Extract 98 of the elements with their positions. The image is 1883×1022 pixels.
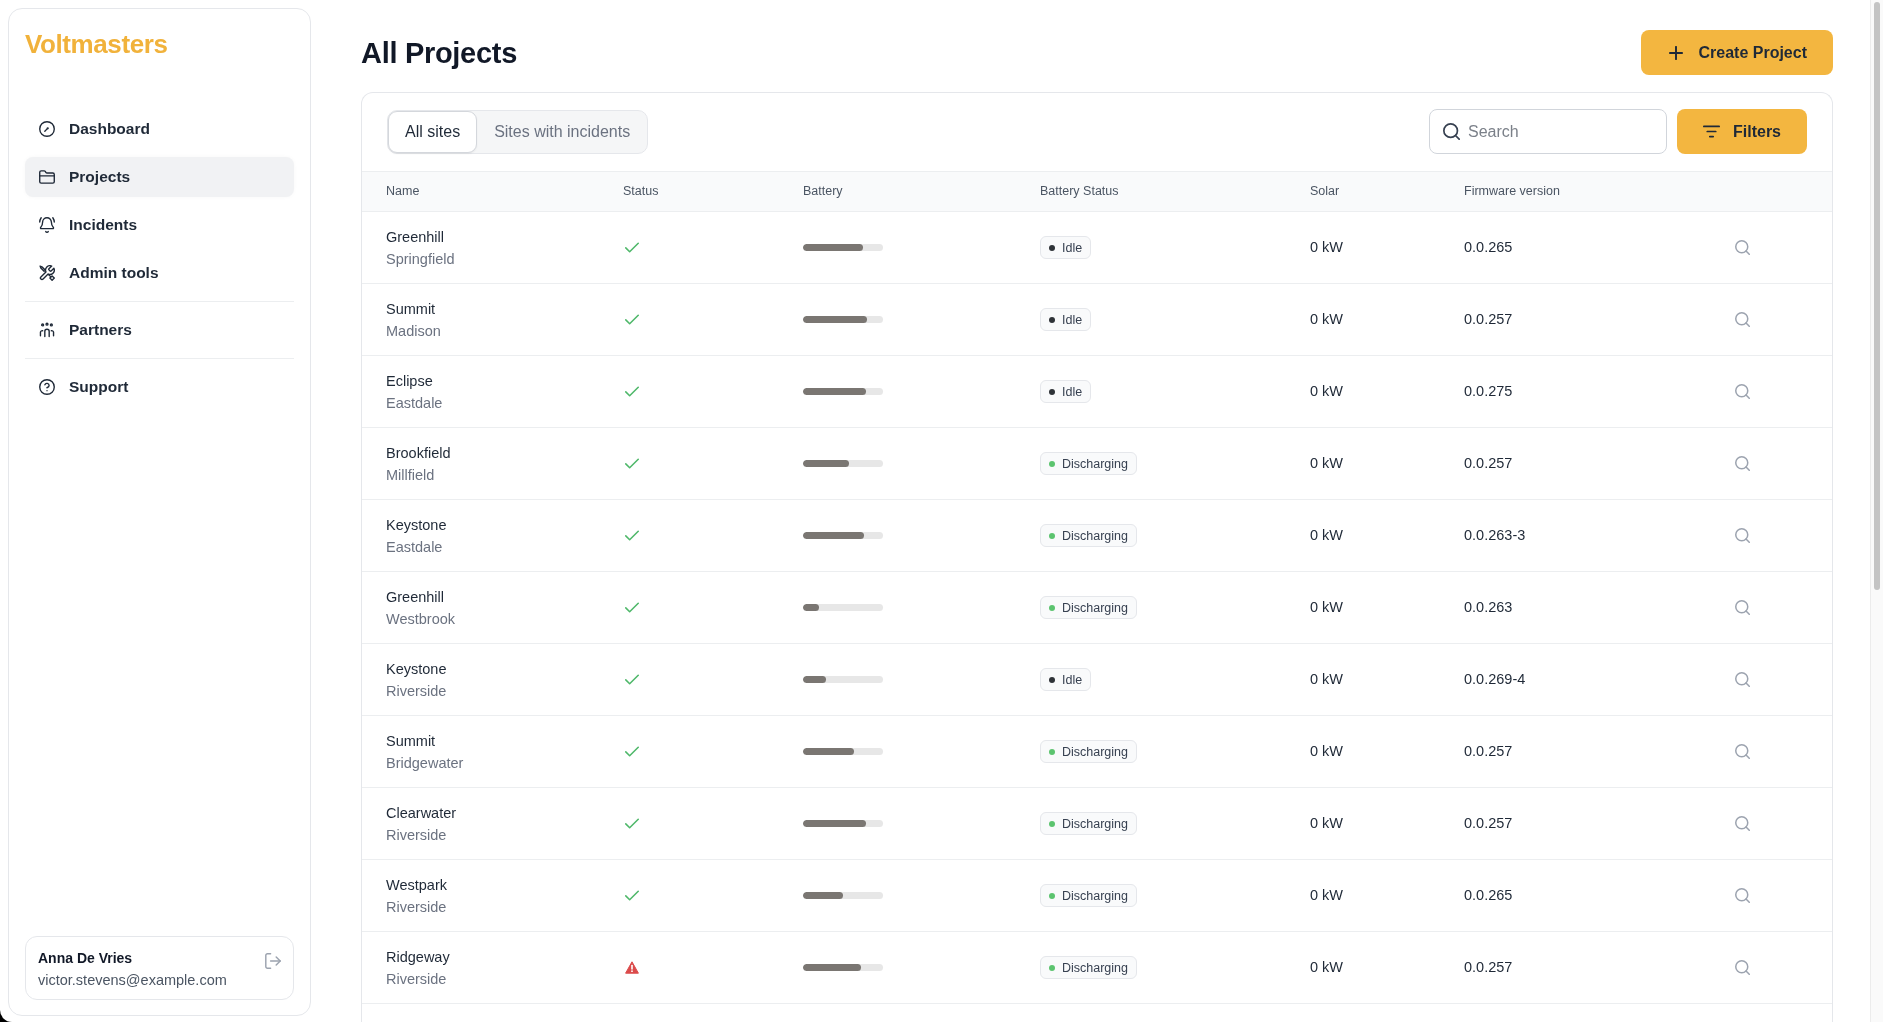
nav-item[interactable]: Support bbox=[25, 367, 294, 407]
search-icon[interactable] bbox=[1735, 528, 1750, 543]
tab[interactable]: All sites bbox=[388, 110, 478, 153]
site-name: Greenhill bbox=[386, 227, 445, 247]
solar-value: 0 kW bbox=[1310, 957, 1344, 977]
tab[interactable]: Sites with incidents bbox=[477, 110, 648, 153]
scrollbar[interactable] bbox=[1874, 2, 1880, 590]
column-header: Status bbox=[623, 183, 660, 201]
battery-status-text: Discharging bbox=[1062, 527, 1128, 544]
folder-icon bbox=[39, 169, 55, 185]
search-icon bbox=[1443, 123, 1460, 140]
site-name: Clearwater bbox=[386, 803, 457, 823]
user-name: Anna De Vries bbox=[38, 949, 134, 968]
solar-value: 0 kW bbox=[1310, 525, 1344, 545]
battery-status-text: Idle bbox=[1062, 239, 1083, 256]
search-icon[interactable] bbox=[1735, 384, 1750, 399]
site-location: Eastdale bbox=[386, 393, 443, 413]
battery-status-text: Discharging bbox=[1062, 815, 1128, 832]
site-location: Riverside bbox=[386, 897, 447, 917]
site-location: Bridgewater bbox=[386, 753, 464, 773]
firmware-version: 0.0.263-3 bbox=[1464, 525, 1526, 545]
nav-item[interactable]: Partners bbox=[25, 310, 294, 350]
create-project-button[interactable]: Create Project bbox=[1640, 30, 1833, 75]
search-icon[interactable] bbox=[1735, 744, 1750, 759]
site-name: Keystone bbox=[386, 515, 447, 535]
filters-button[interactable]: Filters bbox=[1677, 109, 1807, 154]
firmware-version: 0.0.269-4 bbox=[1464, 669, 1526, 689]
site-name: Ridgeway bbox=[386, 947, 450, 967]
site-location: Riverside bbox=[386, 969, 447, 989]
nav-item[interactable]: Projects bbox=[25, 157, 294, 197]
logo: Voltmasters bbox=[25, 28, 168, 61]
user-email: victor.stevens@example.com bbox=[38, 971, 227, 990]
column-header: Name bbox=[386, 183, 421, 201]
filter-icon bbox=[1703, 125, 1720, 138]
site-name: Eclipse bbox=[386, 371, 433, 391]
search-icon[interactable] bbox=[1735, 600, 1750, 615]
solar-value: 0 kW bbox=[1310, 309, 1344, 329]
solar-value: 0 kW bbox=[1310, 669, 1344, 689]
battery-status-text: Discharging bbox=[1062, 599, 1128, 616]
search-icon[interactable] bbox=[1735, 816, 1750, 831]
firmware-version: 0.0.263 bbox=[1464, 597, 1513, 617]
solar-value: 0 kW bbox=[1310, 453, 1344, 473]
firmware-version: 0.0.257 bbox=[1464, 453, 1513, 473]
search-icon[interactable] bbox=[1735, 312, 1750, 327]
battery-status-text: Idle bbox=[1062, 671, 1083, 688]
site-name: Greenhill bbox=[386, 587, 445, 607]
column-header: Battery Status bbox=[1040, 183, 1120, 201]
site-name: Keystone bbox=[386, 659, 447, 679]
battery-status-text: Discharging bbox=[1062, 887, 1128, 904]
solar-value: 0 kW bbox=[1310, 237, 1344, 257]
column-header: Battery bbox=[803, 183, 844, 201]
site-name: Brookfield bbox=[386, 443, 451, 463]
site-location: Riverside bbox=[386, 825, 447, 845]
plus-icon bbox=[1668, 45, 1683, 60]
column-header: Solar bbox=[1310, 183, 1341, 201]
tools-icon bbox=[39, 265, 55, 281]
site-location: Eastdale bbox=[386, 537, 443, 557]
firmware-version: 0.0.265 bbox=[1464, 237, 1513, 257]
site-name: Summit bbox=[386, 731, 436, 751]
search-icon[interactable] bbox=[1735, 888, 1750, 903]
battery-status-text: Idle bbox=[1062, 383, 1083, 400]
search-icon[interactable] bbox=[1735, 240, 1750, 255]
site-location: Riverside bbox=[386, 681, 447, 701]
solar-value: 0 kW bbox=[1310, 885, 1344, 905]
site-location: Westbrook bbox=[386, 609, 456, 629]
column-header: Firmware version bbox=[1464, 183, 1561, 201]
firmware-version: 0.0.257 bbox=[1464, 309, 1513, 329]
solar-value: 0 kW bbox=[1310, 813, 1344, 833]
firmware-version: 0.0.257 bbox=[1464, 957, 1513, 977]
firmware-version: 0.0.257 bbox=[1464, 813, 1513, 833]
solar-value: 0 kW bbox=[1310, 597, 1344, 617]
site-location: Springfield bbox=[386, 249, 455, 269]
search-icon[interactable] bbox=[1735, 672, 1750, 687]
search-icon[interactable] bbox=[1735, 960, 1750, 975]
gauge-icon bbox=[39, 121, 55, 137]
site-location: Madison bbox=[386, 321, 441, 341]
people-icon bbox=[39, 322, 55, 338]
nav-item[interactable]: Admin tools bbox=[25, 253, 294, 293]
battery-status-text: Discharging bbox=[1062, 455, 1128, 472]
battery-status-text: Discharging bbox=[1062, 743, 1128, 760]
search-icon[interactable] bbox=[1735, 456, 1750, 471]
nav-item[interactable]: Incidents bbox=[25, 205, 294, 245]
battery-status-text: Discharging bbox=[1062, 959, 1128, 976]
nav-item[interactable]: Dashboard bbox=[25, 109, 294, 149]
firmware-version: 0.0.257 bbox=[1464, 741, 1513, 761]
solar-value: 0 kW bbox=[1310, 381, 1344, 401]
battery-status-text: Idle bbox=[1062, 311, 1083, 328]
site-name: Summit bbox=[386, 299, 436, 319]
site-name: Westpark bbox=[386, 875, 447, 895]
solar-value: 0 kW bbox=[1310, 741, 1344, 761]
search-field[interactable]: Search bbox=[1429, 109, 1667, 154]
page-title: All Projects bbox=[361, 35, 517, 71]
logout-icon[interactable] bbox=[265, 953, 281, 969]
firmware-version: 0.0.265 bbox=[1464, 885, 1513, 905]
site-location: Millfield bbox=[386, 465, 435, 485]
bell-icon bbox=[39, 217, 55, 233]
firmware-version: 0.0.275 bbox=[1464, 381, 1513, 401]
help-icon bbox=[39, 379, 55, 395]
